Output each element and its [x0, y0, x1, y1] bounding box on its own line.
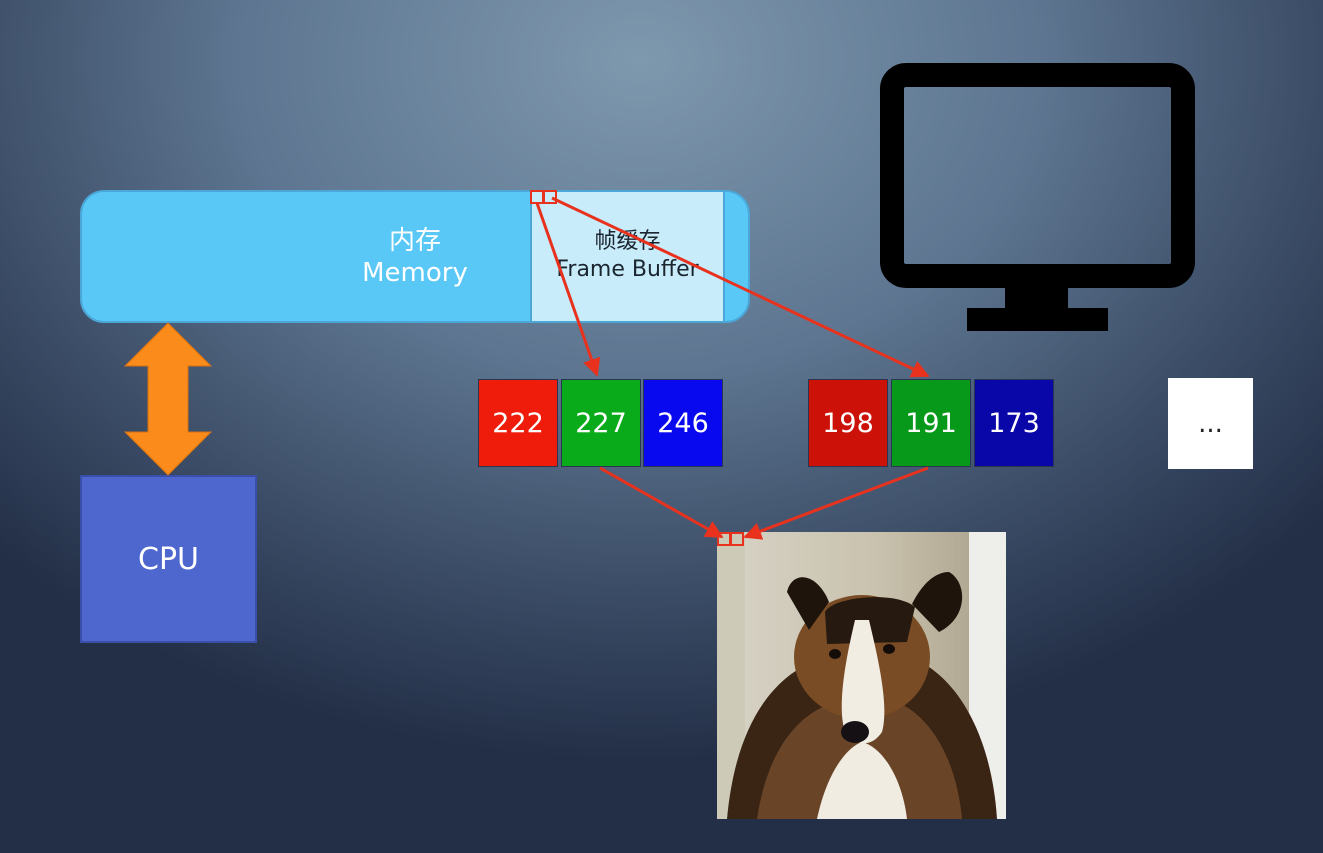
pixel-b-blue-value: 173 [974, 379, 1054, 467]
memory-label-zh: 内存 [388, 226, 441, 256]
frame-buffer-label-zh: 帧缓存 [594, 229, 661, 254]
memory-label: 内存 Memory [330, 225, 500, 289]
memory-cpu-bus-arrow [123, 322, 213, 476]
memory-label-en: Memory [362, 258, 468, 288]
pixel-b-red-value: 198 [808, 379, 888, 467]
pixel-b-green-value: 191 [891, 379, 971, 467]
arrow-pixel-a-to-image [599, 466, 724, 539]
monitor-icon [880, 63, 1195, 331]
more-pixels-box: ... [1168, 378, 1253, 469]
pixel-a-green-value: 227 [561, 379, 641, 467]
arrow-pixel-b-to-image [743, 466, 929, 540]
pixel-a-red-value: 222 [478, 379, 558, 467]
frame-buffer-label-en: Frame Buffer [556, 257, 699, 282]
frame-buffer-label: 帧缓存 Frame Buffer [530, 228, 725, 284]
cpu-block: CPU [80, 475, 257, 643]
dog-photo [717, 532, 1006, 819]
pixel-a-blue-value: 246 [643, 379, 723, 467]
